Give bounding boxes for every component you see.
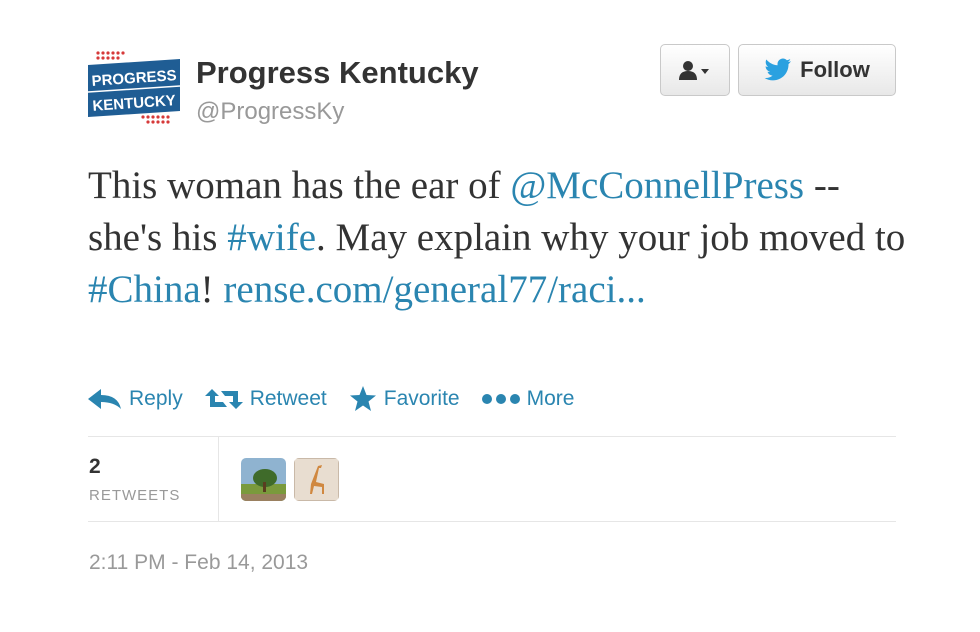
more-dots-icon xyxy=(481,393,520,405)
follow-button[interactable]: Follow xyxy=(738,44,896,96)
hashtag-link[interactable]: #wife xyxy=(227,216,316,259)
divider xyxy=(88,521,896,522)
reply-icon xyxy=(88,388,122,410)
user-dropdown-icon xyxy=(679,61,709,80)
user-actions-button[interactable] xyxy=(660,44,730,96)
retweet-count[interactable]: 2 xyxy=(89,455,101,479)
hashtag-link[interactable]: #China xyxy=(88,268,201,311)
tree-landscape-avatar-icon xyxy=(241,458,286,501)
account-name[interactable]: Progress Kentucky xyxy=(196,55,479,91)
divider xyxy=(88,436,896,437)
tweet-text: This woman has the ear of @McConnellPres… xyxy=(88,160,908,316)
tweet-timestamp[interactable]: 2:11 PM - Feb 14, 2013 xyxy=(89,551,308,575)
favorite-label: Favorite xyxy=(383,387,460,410)
stats-separator xyxy=(218,437,219,521)
star-icon xyxy=(349,386,377,412)
more-label: More xyxy=(526,387,575,410)
retweeter-avatar[interactable] xyxy=(294,458,339,501)
favorite-action[interactable]: Favorite xyxy=(349,386,460,412)
giraffe-avatar-icon xyxy=(294,458,339,501)
reply-label: Reply xyxy=(129,387,183,410)
tweet-text-segment: . May explain why your job moved to xyxy=(316,216,906,259)
reply-action[interactable]: Reply xyxy=(88,387,183,411)
progress-kentucky-logo: PROGRESS KENTUCKY xyxy=(87,51,181,124)
follow-label: Follow xyxy=(800,57,870,82)
tweet-text-segment: This woman has the ear of xyxy=(88,164,511,207)
retweeter-avatar[interactable] xyxy=(241,458,286,501)
retweet-action[interactable]: Retweet xyxy=(204,387,327,411)
tweet-actions: Reply Retweet Favorite More xyxy=(88,383,596,415)
mention-link[interactable]: @McConnellPress xyxy=(510,164,804,207)
retweet-icon xyxy=(204,387,243,411)
more-action[interactable]: More xyxy=(481,387,575,411)
url-link[interactable]: rense.com/general77/raci... xyxy=(223,268,645,311)
retweet-count-label[interactable]: RETWEETS xyxy=(89,487,180,504)
screen-name[interactable]: @ProgressKy xyxy=(196,98,344,126)
retweet-label: Retweet xyxy=(249,387,327,410)
tweet-card: PROGRESS KENTUCKY Progress Kentucky @Pro… xyxy=(0,0,980,632)
tweet-text-segment: ! xyxy=(200,268,224,311)
twitter-bird-icon xyxy=(764,58,792,81)
account-avatar[interactable]: PROGRESS KENTUCKY xyxy=(87,47,181,125)
